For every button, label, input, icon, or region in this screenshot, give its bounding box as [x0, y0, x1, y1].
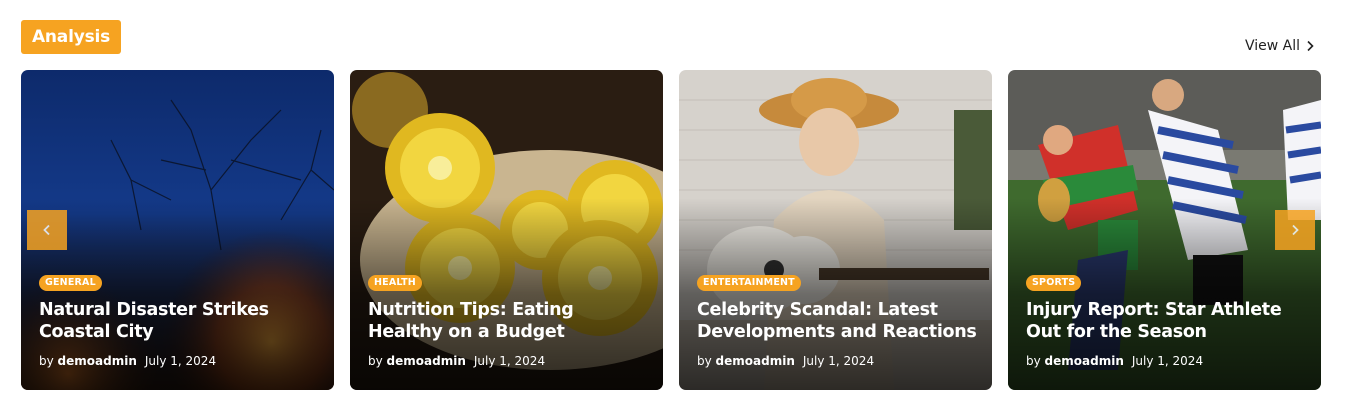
carousel-next-button[interactable] [1275, 210, 1315, 250]
chevron-right-icon [1292, 224, 1299, 236]
by-label: by [697, 354, 712, 368]
view-all-link[interactable]: View All [1245, 36, 1316, 56]
card-meta: by demoadmin July 1, 2024 [697, 354, 874, 368]
card-meta: by demoadmin July 1, 2024 [1026, 354, 1203, 368]
card-title[interactable]: Injury Report: Star Athlete Out for the … [1026, 299, 1307, 343]
view-all-label: View All [1244, 38, 1300, 54]
by-label: by [368, 354, 383, 368]
card-meta: by demoadmin July 1, 2024 [368, 354, 545, 368]
post-date: July 1, 2024 [1131, 354, 1204, 368]
carousel-prev-button[interactable] [27, 210, 67, 250]
news-card[interactable]: HEALTH Nutrition Tips: Eating Healthy on… [350, 70, 663, 390]
category-badge[interactable]: ENTERTAINMENT [697, 275, 801, 291]
chevron-left-icon [43, 224, 50, 236]
author-name[interactable]: demoadmin [716, 354, 795, 368]
by-label: by [39, 354, 54, 368]
category-badge[interactable]: HEALTH [368, 275, 422, 291]
by-label: by [1026, 354, 1041, 368]
news-card[interactable]: GENERAL Natural Disaster Strikes Coastal… [21, 70, 334, 390]
post-date: July 1, 2024 [802, 354, 875, 368]
news-card[interactable]: ENTERTAINMENT Celebrity Scandal: Latest … [679, 70, 992, 390]
author-name[interactable]: demoadmin [58, 354, 137, 368]
chevron-right-icon [1307, 40, 1314, 52]
card-title[interactable]: Celebrity Scandal: Latest Developments a… [697, 299, 978, 343]
category-badge[interactable]: GENERAL [39, 275, 102, 291]
post-date: July 1, 2024 [473, 354, 546, 368]
card-title[interactable]: Natural Disaster Strikes Coastal City [39, 299, 320, 343]
post-date: July 1, 2024 [144, 354, 217, 368]
section-title: Analysis [21, 20, 121, 54]
author-name[interactable]: demoadmin [387, 354, 466, 368]
author-name[interactable]: demoadmin [1045, 354, 1124, 368]
news-carousel: GENERAL Natural Disaster Strikes Coastal… [21, 70, 1321, 390]
category-badge[interactable]: SPORTS [1026, 275, 1082, 291]
card-title[interactable]: Nutrition Tips: Eating Healthy on a Budg… [368, 299, 649, 343]
card-meta: by demoadmin July 1, 2024 [39, 354, 216, 368]
